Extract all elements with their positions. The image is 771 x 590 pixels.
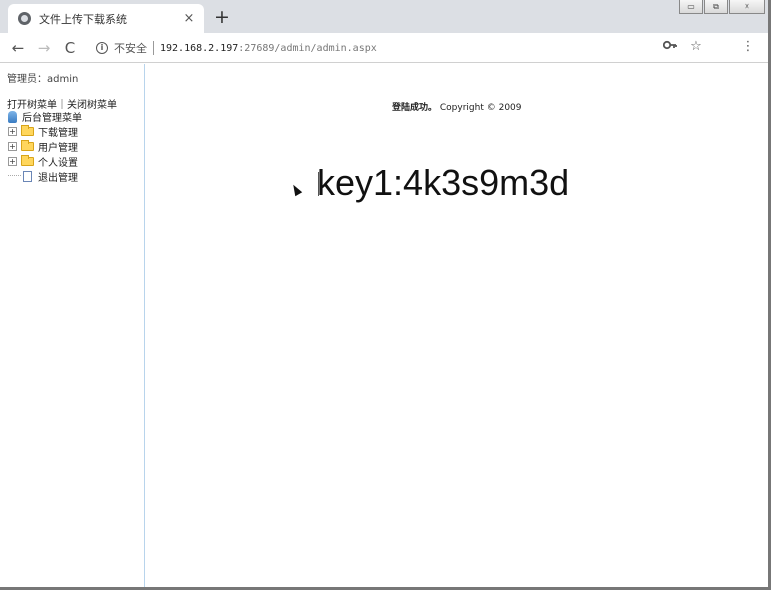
root-menu-icon <box>8 110 17 123</box>
window-controls: ▭ ⧉ ☓ <box>678 0 765 14</box>
document-icon <box>23 171 32 182</box>
mouse-cursor-icon <box>289 182 303 197</box>
admin-user-label: 管理员：admin <box>7 74 79 85</box>
new-tab-button[interactable]: + <box>212 6 232 28</box>
info-icon[interactable]: i <box>96 42 108 54</box>
tree-item-logout[interactable]: 退出管理 <box>8 169 82 184</box>
tree-item-download-management[interactable]: + 下载管理 <box>8 124 82 139</box>
browser-toolbar: ← → C i 不安全 192.168.2.197 :27689/admin/a… <box>0 33 771 63</box>
expand-icon[interactable]: + <box>8 157 17 166</box>
folder-icon <box>21 155 34 166</box>
admin-sidebar: 管理员：admin 打开树菜单｜关闭树菜单 后台管理菜单 + 下载管理 + 用户… <box>0 64 145 587</box>
restore-button[interactable]: ⧉ <box>704 0 728 14</box>
security-status[interactable]: 不安全 <box>114 40 147 56</box>
address-bar[interactable]: i 不安全 192.168.2.197 :27689/admin/admin.a… <box>96 38 377 58</box>
forward-button[interactable]: → <box>31 39 57 57</box>
minimize-button[interactable]: ▭ <box>679 0 703 14</box>
tab-title: 文件上传下载系统 <box>39 12 127 26</box>
url-path[interactable]: :27689/admin/admin.aspx <box>238 43 376 54</box>
menu-kebab-icon[interactable]: ⋮ <box>737 39 759 54</box>
tree-item-label: 用户管理 <box>38 143 78 154</box>
reload-button[interactable]: C <box>57 39 83 57</box>
back-button[interactable]: ← <box>5 39 31 57</box>
url-host[interactable]: 192.168.2.197 <box>160 43 238 54</box>
copyright-text: Copyright © 2009 <box>439 103 522 113</box>
tree-item-user-management[interactable]: + 用户管理 <box>8 139 82 154</box>
toolbar-right-icons: ☆ ⋮ <box>655 39 759 54</box>
tree-item-label: 下载管理 <box>38 128 78 139</box>
tree-root-label: 后台管理菜单 <box>22 113 82 124</box>
key-text: key1:4k3s9m3d <box>317 162 570 203</box>
tree-item-label: 个人设置 <box>38 158 78 169</box>
folder-icon <box>21 140 34 151</box>
expand-icon[interactable]: + <box>8 127 17 136</box>
tab-close-icon[interactable]: × <box>180 11 198 26</box>
admin-menu-tree: 后台管理菜单 + 下载管理 + 用户管理 + 个人设置 退出管理 <box>8 109 82 184</box>
key-icon[interactable] <box>659 39 681 54</box>
browser-titlebar: 文件上传下载系统 × + ▭ ⧉ ☓ <box>0 0 771 33</box>
bookmark-star-icon[interactable]: ☆ <box>685 39 707 54</box>
globe-icon <box>18 12 31 25</box>
window-close-button[interactable]: ☓ <box>729 0 765 14</box>
expand-icon[interactable]: + <box>8 142 17 151</box>
tree-connector <box>8 169 21 176</box>
login-message: 登陆成功。 Copyright © 2009 <box>392 100 522 113</box>
browser-tab[interactable]: 文件上传下载系统 × <box>8 4 204 33</box>
login-success-text: 登陆成功。 <box>392 103 438 113</box>
main-content: 登陆成功。 Copyright © 2009 key1:4k3s9m3d <box>146 64 768 587</box>
omnibox-separator <box>153 41 154 55</box>
tree-root[interactable]: 后台管理菜单 <box>8 109 82 124</box>
folder-icon <box>21 125 34 136</box>
tree-item-label: 退出管理 <box>38 173 78 184</box>
tree-item-personal-settings[interactable]: + 个人设置 <box>8 154 82 169</box>
